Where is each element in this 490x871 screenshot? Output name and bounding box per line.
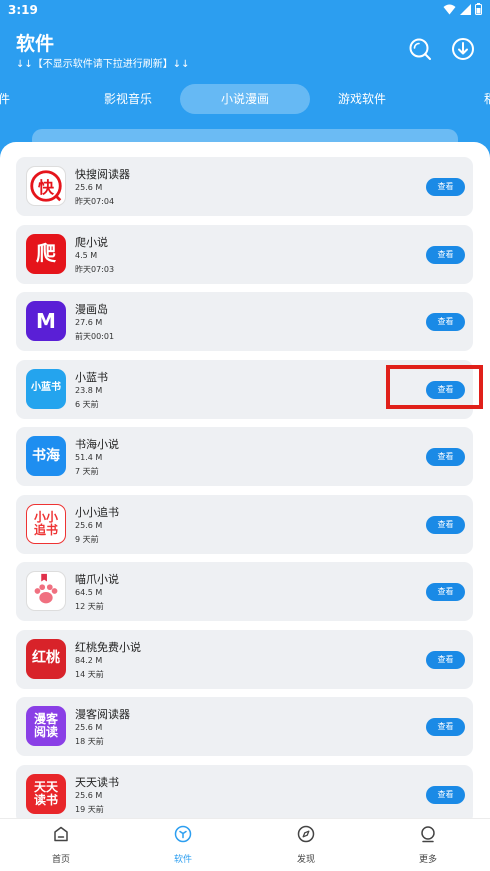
app-name: 漫画岛 <box>75 303 108 316</box>
view-button[interactable]: 查看 <box>426 313 465 331</box>
app-size: 25.6 M <box>75 723 103 732</box>
software-icon <box>174 825 192 843</box>
more-icon <box>421 826 435 843</box>
xiaoxiaozhuishu-icon: 小小追书 <box>26 503 66 544</box>
app-updated-time: 昨天07:04 <box>75 197 115 206</box>
app-updated-time: 18 天前 <box>75 737 104 746</box>
nav-more[interactable]: 更多 <box>388 825 468 865</box>
app-size: 25.6 M <box>75 183 103 192</box>
app-name: 小小追书 <box>75 505 119 519</box>
xiaolanshu-icon: 小蓝书 <box>26 368 66 409</box>
app-size: 27.6 M <box>75 318 103 327</box>
app-size: 23.8 M <box>75 385 103 395</box>
tab-game-software[interactable]: 游戏软件 <box>314 84 410 114</box>
app-card[interactable]: 天天读书 天天读书 25.6 M 19 天前 查看 <box>16 764 473 824</box>
app-icon-text: 小小追书 <box>33 509 58 537</box>
app-updated-time: 6 天前 <box>75 399 99 409</box>
status-time: 3:19 <box>8 3 38 17</box>
view-button[interactable]: 查看 <box>426 178 465 196</box>
refresh-hint: ↓↓【不显示软件请下拉进行刷新】↓↓ <box>16 59 190 70</box>
app-card[interactable]: 漫客阅读 漫客阅读器 25.6 M 18 天前 查看 <box>16 697 473 756</box>
app-updated-time: 9 天前 <box>75 534 99 544</box>
tab-novel-comic[interactable]: 小说漫画 <box>180 84 310 114</box>
app-size: 25.6 M <box>75 790 103 800</box>
app-card[interactable]: 小小追书 小小追书 25.6 M9 天前 查看 <box>16 494 473 554</box>
shuhai-icon: 书海 <box>26 436 66 476</box>
view-button[interactable]: 查看 <box>426 650 465 669</box>
view-button[interactable]: 查看 <box>426 785 465 804</box>
app-size: 4.5 M <box>75 250 98 260</box>
app-name: 红桃免费小说 <box>75 640 141 654</box>
app-icon-text: 书海 <box>32 447 60 464</box>
cat-paw-icon <box>26 571 66 611</box>
app-updated-time: 7 天前 <box>75 467 99 476</box>
app-name: 书海小说 <box>75 438 119 451</box>
app-size: 64.5 M <box>75 588 103 597</box>
content-sheet: 快快搜阅读器 25.6 M 昨天07:04 查看爬爬小说 4.5 M 昨天07:03 查看 M… <box>0 142 490 871</box>
app-updated-time: 12 天前 <box>75 602 104 611</box>
app-card[interactable]: 爬 爬小说 4.5 M 昨天07:03 查看 <box>16 224 473 284</box>
compass-icon <box>297 825 315 843</box>
download-icon[interactable] <box>450 36 476 62</box>
app-name: 小蓝书 <box>75 370 108 384</box>
app-icon-text: 爬 <box>36 241 56 265</box>
nav-discover-label: 发现 <box>296 855 315 865</box>
view-button[interactable]: 查看 <box>426 515 465 534</box>
app-icon-text: 红桃 <box>32 650 60 667</box>
tab-video-music[interactable]: 影视音乐 <box>80 84 176 114</box>
app-icon-text: 快 <box>37 178 54 197</box>
nav-more-label: 更多 <box>418 855 437 865</box>
app-name: 天天读书 <box>75 775 119 789</box>
view-button[interactable]: 查看 <box>426 583 465 601</box>
app-card[interactable]: 喵爪小说 64.5 M 12 天前 查看 <box>16 562 473 621</box>
home-icon <box>54 826 68 842</box>
tab-software-partial[interactable]: 件 <box>0 84 14 114</box>
view-button[interactable]: 查看 <box>426 245 465 264</box>
nav-software[interactable]: 软件 <box>143 825 223 865</box>
app-card[interactable]: M 漫画岛 27.6 M 前天00:01 查看 <box>16 292 473 351</box>
app-size: 51.4 M <box>75 453 103 462</box>
app-card[interactable]: 快 快搜阅读器 25.6 M 昨天07:04 查看 <box>16 157 473 216</box>
app-name: 快搜阅读器 <box>75 168 130 181</box>
nav-discover[interactable]: 发现 <box>266 825 346 865</box>
manhuadao-icon: M <box>26 301 66 341</box>
tiantiandushu-icon: 天天读书 <box>26 773 66 814</box>
wifi-icon <box>443 4 456 14</box>
app-size: 84.2 M <box>75 655 103 665</box>
app-card[interactable]: 红桃 红桃免费小说 84.2 M 14 天前 查看 <box>16 629 473 689</box>
tab-partial-right[interactable]: 稆 <box>480 84 490 114</box>
bottom-nav: 首页 软件 发现 更多 <box>0 818 490 871</box>
app-icon-text: 漫客阅读 <box>33 712 58 739</box>
app-icon-text: M <box>36 308 56 333</box>
paxiaoshuo-icon: 爬 <box>26 233 66 274</box>
nav-software-label: 软件 <box>173 855 192 865</box>
status-icons <box>443 3 482 15</box>
signal-icon <box>460 3 471 15</box>
app-card[interactable]: 书海 书海小说 51.4 M 7 天前 查看 <box>16 427 473 486</box>
app-updated-time: 14 天前 <box>75 669 104 679</box>
category-tabs: 件 影视音乐 小说漫画 游戏软件 稆 <box>0 84 490 114</box>
kuaisou-icon: 快 <box>26 166 66 206</box>
battery-icon <box>475 3 482 15</box>
nav-home-label: 首页 <box>51 855 70 865</box>
app-name: 喵爪小说 <box>75 573 119 586</box>
app-updated-time: 前天00:01 <box>75 332 115 341</box>
nav-home[interactable]: 首页 <box>21 825 101 865</box>
app-icon-text: 天天读书 <box>33 779 58 807</box>
highlight-box <box>386 365 483 409</box>
page-title: 软件 <box>16 33 55 55</box>
app-size: 25.6 M <box>75 520 103 530</box>
view-button[interactable]: 查看 <box>426 448 465 466</box>
view-button[interactable]: 查看 <box>426 718 465 736</box>
app-name: 爬小说 <box>75 235 108 249</box>
manke-icon: 漫客阅读 <box>26 706 66 746</box>
app-updated-time: 昨天07:03 <box>75 264 115 274</box>
app-icon-text: 小蓝书 <box>31 382 61 394</box>
status-bar: 3:19 <box>0 0 490 22</box>
app-updated-time: 19 天前 <box>75 804 104 814</box>
hongtao-icon: 红桃 <box>26 638 66 679</box>
search-icon[interactable] <box>407 36 433 62</box>
app-name: 漫客阅读器 <box>75 708 130 721</box>
